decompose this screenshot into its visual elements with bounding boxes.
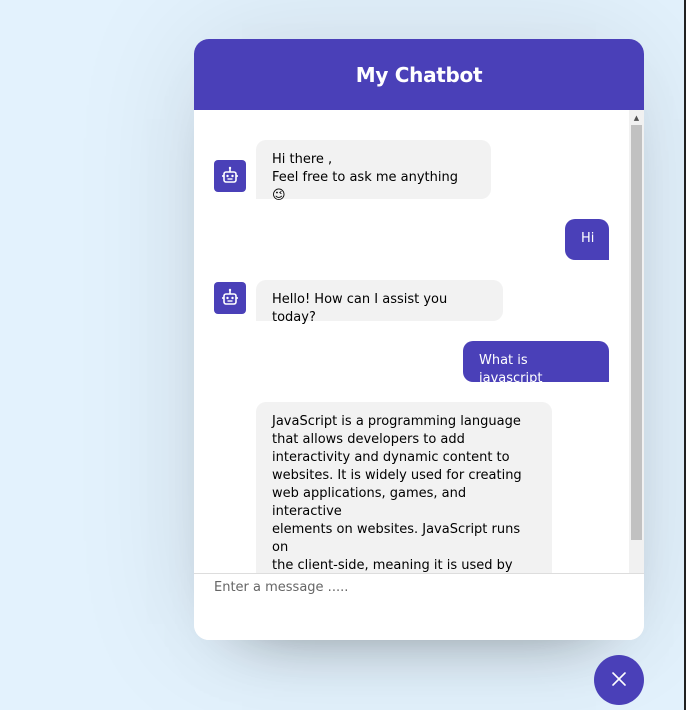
robot-icon <box>214 160 246 192</box>
chat-scrollbar[interactable]: ▲ <box>629 110 644 573</box>
chat-input-area <box>194 573 644 640</box>
chatbot-toggle-button[interactable] <box>594 655 644 705</box>
robot-icon <box>214 282 246 314</box>
message-text: What is javascript <box>463 341 609 386</box>
message-text: JavaScript is a programming language tha… <box>256 402 552 573</box>
chat-header: My Chatbot <box>194 39 644 110</box>
message-text: Hello! How can I assist you today? <box>256 280 503 325</box>
scroll-up-arrow-icon[interactable]: ▲ <box>629 110 644 125</box>
chatbox[interactable]: Hi there , Feel free to ask me anything … <box>194 110 644 573</box>
chatbot-window: My Chatbot Hi there , Feel free to ask m… <box>194 39 644 640</box>
chat-title: My Chatbot <box>355 62 483 87</box>
scroll-thumb[interactable] <box>631 125 642 540</box>
message-text: Hi there , Feel free to ask me anything … <box>256 140 491 203</box>
message-input[interactable] <box>214 580 614 620</box>
close-icon <box>611 671 627 690</box>
message-text: Hi <box>565 219 609 260</box>
